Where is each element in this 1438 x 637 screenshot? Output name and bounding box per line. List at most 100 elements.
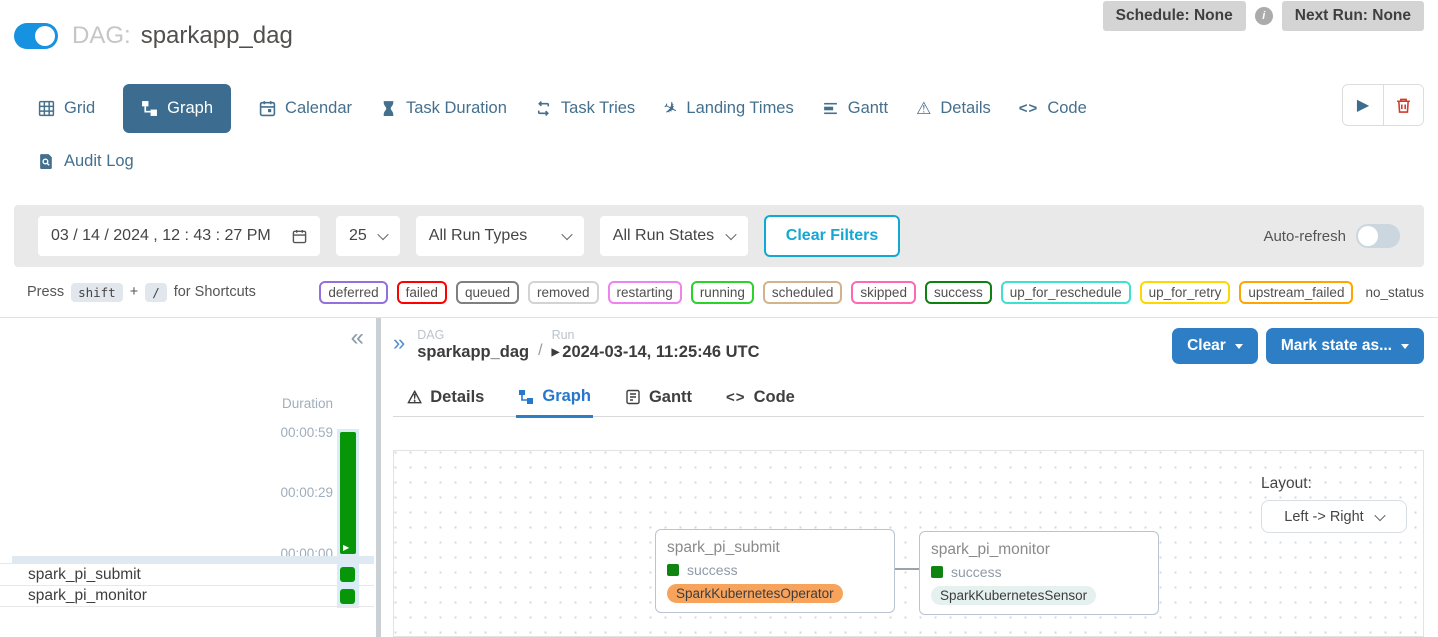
status-badge: up_for_retry [1140,281,1231,304]
collapse-left-icon[interactable]: « [351,326,364,350]
graph-icon [141,100,158,117]
task-name: spark_pi_monitor [28,587,147,605]
run-tab-details[interactable]: ⚠ Details [405,377,486,416]
run-timestamp: 2024-03-14, 11:25:46 UTC [562,343,759,362]
tab-audit-log[interactable]: Audit Log [38,152,134,171]
gantt-icon [822,100,839,117]
chevron-down-icon [1235,344,1243,349]
operator-badge: SparkKubernetesSensor [931,586,1096,605]
tab-label: Details [940,99,990,118]
code-icon: <> [1019,100,1039,117]
node-title: spark_pi_submit [667,539,883,557]
operator-badge: SparkKubernetesOperator [667,584,843,603]
grid-icon [38,100,55,117]
tab-code[interactable]: <> Code [1019,99,1087,118]
task-instance-square[interactable] [340,589,355,604]
double-chevron-right-icon[interactable]: » [393,332,405,354]
status-badge: deferred [319,281,387,304]
legend-row: Press shift + / for Shortcuts deferred f… [0,267,1438,318]
status-square [931,566,943,578]
auto-refresh-toggle[interactable] [1356,224,1400,248]
run-actions: Clear Mark state as... [1172,328,1424,364]
airflow-dag-page: DAG: sparkapp_dag Schedule: None i Next … [0,0,1438,637]
run-states-select[interactable]: All Run States [600,216,748,256]
run-tab-graph[interactable]: Graph [516,377,593,418]
delete-dag-button[interactable] [1383,85,1423,125]
breadcrumb-label: Run [552,328,760,342]
tab-task-duration[interactable]: Task Duration [380,99,507,118]
clear-filters-button[interactable]: Clear Filters [764,215,900,257]
task-name: spark_pi_submit [28,566,141,584]
tab-label: Code [1047,99,1086,118]
play-icon: ▶ [552,347,560,358]
graph-icon [518,389,534,405]
code-icon: <> [726,389,746,406]
panel-resize-handle[interactable] [374,318,383,637]
shortcut-text: for Shortcuts [174,284,256,300]
warning-icon: ⚠ [916,100,931,117]
chevron-down-icon [1401,344,1409,349]
duration-tick: 00:00:59 [280,425,333,440]
status-badge: queued [456,281,519,304]
status-badge: no_status [1362,283,1424,302]
trigger-dag-button[interactable]: ▶ [1343,85,1383,125]
tab-task-tries[interactable]: Task Tries [535,99,635,118]
tab-label: Task Duration [406,99,507,118]
base-date-input[interactable]: 03 / 14 / 2024 , 12 : 43 : 27 PM [38,216,320,256]
plane-landing-icon: ✈ [659,96,681,120]
auto-refresh-control: Auto-refresh [1263,224,1400,248]
layout-select[interactable]: Left -> Right [1261,500,1407,533]
auto-refresh-label: Auto-refresh [1263,228,1346,245]
tab-calendar[interactable]: Calendar [259,99,352,118]
tab-label: Code [754,388,795,407]
tab-gantt[interactable]: Gantt [822,99,888,118]
chevron-down-icon [561,229,572,240]
task-row[interactable]: spark_pi_submit [0,563,374,585]
tab-landing-times[interactable]: ✈ Landing Times [663,99,794,119]
dag-run-duration-bar[interactable]: ▶ [340,432,356,554]
node-title: spark_pi_monitor [931,541,1147,559]
manual-run-icon: ▶ [343,544,349,552]
breadcrumb-run[interactable]: Run ▶2024-03-14, 11:25:46 UTC [552,328,760,362]
grid-panel: « Duration 00:00:59 00:00:29 00:00:00 ▶ … [0,318,374,637]
status-text: success [687,562,738,578]
tab-label: Gantt [649,388,692,407]
audit-log-icon [38,153,55,170]
layout-label: Layout: [1261,475,1407,493]
mark-state-button[interactable]: Mark state as... [1266,328,1424,364]
status-badge: failed [397,281,447,304]
task-instance-square[interactable] [340,567,355,582]
tab-grid[interactable]: Grid [38,99,95,118]
schedule-badge: Schedule: None [1103,1,1246,31]
run-types-select[interactable]: All Run Types [416,216,584,256]
layout-control: Layout: Left -> Right [1261,475,1407,533]
graph-node-spark-pi-monitor[interactable]: spark_pi_monitor success SparkKubernetes… [919,531,1159,615]
page-size-select[interactable]: 25 [336,216,400,256]
tab-label: Landing Times [686,99,793,118]
task-row[interactable]: spark_pi_monitor [0,585,374,607]
breadcrumb-label: DAG [417,328,529,342]
clear-button[interactable]: Clear [1172,328,1258,364]
clear-button-label: Clear [1187,337,1226,355]
chevron-down-icon [725,229,736,240]
run-tab-gantt[interactable]: Gantt [623,377,694,416]
gantt-doc-icon [625,389,641,405]
info-icon[interactable]: i [1255,7,1273,25]
header-badges: Schedule: None i Next Run: None [1103,1,1424,31]
tab-graph[interactable]: Graph [123,84,231,133]
graph-node-spark-pi-submit[interactable]: spark_pi_submit success SparkKubernetesO… [655,529,895,613]
layout-value: Left -> Right [1284,509,1363,525]
tab-details[interactable]: ⚠ Details [916,99,991,118]
warning-icon: ⚠ [407,389,422,406]
tab-label: Calendar [285,99,352,118]
graph-canvas[interactable]: Layout: Left -> Right spark_pi_submit su… [393,450,1424,637]
dag-pause-toggle[interactable] [14,23,58,49]
dag-nav-tabs-row2: Audit Log [38,140,1424,183]
node-state: success [931,564,1147,580]
run-tab-code[interactable]: <> Code [724,377,797,416]
tab-label: Gantt [848,99,888,118]
breadcrumb-separator: / [538,342,542,362]
status-badge: success [925,281,992,304]
breadcrumb-dag[interactable]: DAG sparkapp_dag [417,328,529,362]
run-types-value: All Run Types [429,227,527,245]
